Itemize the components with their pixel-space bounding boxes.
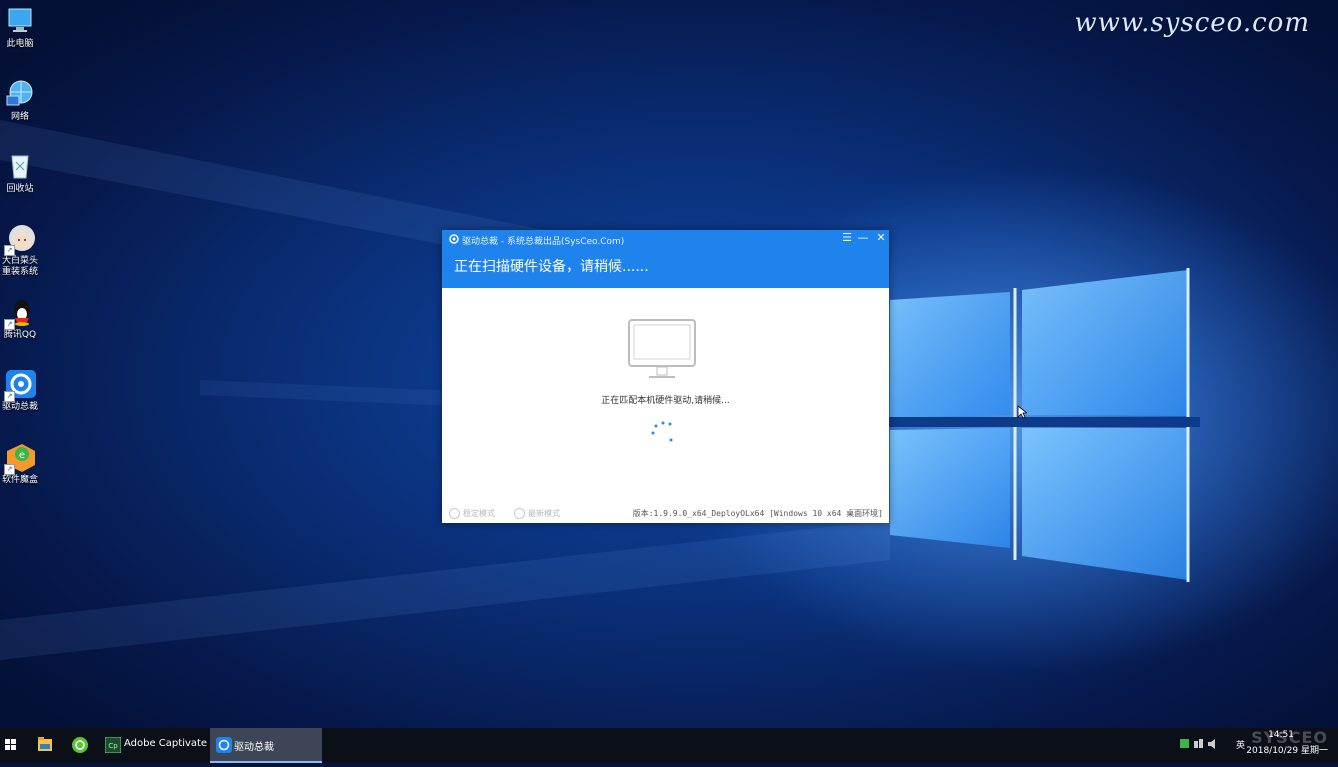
shortcut-arrow-icon: ↗ xyxy=(4,319,15,330)
shortcut-arrow-icon: ↗ xyxy=(4,464,15,475)
desktop-icon-this-pc[interactable]: 此电脑 xyxy=(0,5,40,50)
taskbar-item-label: 驱动总裁 xyxy=(234,742,274,753)
desktop-icon-label: 驱动总裁 xyxy=(1,402,38,412)
desktop-icon-network[interactable]: 网络 xyxy=(0,78,40,123)
scan-status-text: 正在扫描硬件设备，请稍候...... xyxy=(454,259,649,275)
svg-text:e: e xyxy=(19,450,25,461)
loading-spinner-icon xyxy=(651,421,673,442)
software-box-icon: e ↗ xyxy=(4,441,36,475)
taskbar: Cp Adobe Captivate 驱动总裁 SYSCEO 英 14:51 2… xyxy=(0,728,1338,763)
desktop-icon-label: 大白菜头重装系统 xyxy=(1,256,38,277)
minimize-button[interactable]: — xyxy=(856,231,870,245)
windows-start-icon xyxy=(5,739,16,750)
window-title: 驱动总裁 - 系统总裁出品(SysCeo.Com) xyxy=(462,237,625,247)
desktop-icon-label: 腾讯QQ xyxy=(3,330,37,340)
stable-mode-label: 稳定模式 xyxy=(463,509,495,518)
version-info: 版本:1.9.9.0_x64_DeployOLx64 [Windows 10 x… xyxy=(632,509,883,518)
tray-app-icon xyxy=(1180,739,1189,748)
clock-date[interactable]: 2018/10/29 星期一 xyxy=(1246,743,1328,756)
radio-circle-icon xyxy=(449,508,460,519)
green-app-button[interactable] xyxy=(68,728,94,763)
shortcut-arrow-icon: ↗ xyxy=(4,245,15,256)
file-explorer-button[interactable] xyxy=(32,728,58,763)
taskbar-driver-president[interactable]: 驱动总裁 xyxy=(210,728,322,763)
desktop-icon-label: 此电脑 xyxy=(6,39,34,49)
close-button[interactable]: ✕ xyxy=(874,231,888,245)
desktop-icon-label: 回收站 xyxy=(6,184,34,194)
captivate-icon: Cp xyxy=(105,737,121,753)
taskbar-adobe-captivate[interactable]: Cp Adobe Captivate xyxy=(100,728,208,763)
recycle-bin-icon xyxy=(4,150,36,182)
driver-president-icon: ↗ xyxy=(4,368,36,402)
monitor-icon xyxy=(628,319,696,378)
volume-icon xyxy=(1208,739,1215,749)
app-logo-icon xyxy=(449,234,459,244)
menu-button[interactable]: ☰ xyxy=(840,231,854,245)
network-icon xyxy=(1194,739,1203,748)
input-method-indicator[interactable]: 英 xyxy=(1236,738,1245,751)
cabbage-avatar-icon: ↗ xyxy=(4,222,36,256)
desktop-icon-label: 网络 xyxy=(10,112,29,122)
qq-penguin-icon: ↗ xyxy=(4,296,36,330)
system-tray: SYSCEO 英 14:51 2018/10/29 星期一 xyxy=(1180,728,1338,763)
desktop-icon-recycle-bin[interactable]: 回收站 xyxy=(0,150,40,195)
desktop-icon-software-box[interactable]: e ↗ 软件魔盒 xyxy=(0,441,40,486)
svg-text:Cp: Cp xyxy=(108,742,118,750)
computer-icon xyxy=(4,5,36,37)
shortcut-arrow-icon: ↗ xyxy=(4,391,15,402)
desktop-icon-label: 软件魔盒 xyxy=(1,475,38,485)
mouse-cursor-icon xyxy=(1017,405,1027,419)
clock-time[interactable]: 14:51 xyxy=(1268,730,1294,740)
desktop-icon-qq[interactable]: ↗ 腾讯QQ xyxy=(0,296,40,341)
stable-mode-option[interactable]: 稳定模式 xyxy=(449,508,495,519)
radio-circle-icon xyxy=(514,508,525,519)
taskbar-item-label: Adobe Captivate xyxy=(124,738,208,749)
network-globe-icon xyxy=(4,78,36,110)
latest-mode-label: 最新模式 xyxy=(528,509,560,518)
green-app-icon xyxy=(72,737,88,753)
desktop-icon-driver-president[interactable]: ↗ 驱动总裁 xyxy=(0,368,40,413)
start-button[interactable] xyxy=(0,728,22,763)
latest-mode-option[interactable]: 最新模式 xyxy=(514,508,560,519)
folder-icon xyxy=(38,737,52,751)
matching-drivers-text: 正在匹配本机硬件驱动,请稍候... xyxy=(601,396,730,406)
driver-president-window: 驱动总裁 - 系统总裁出品(SysCeo.Com) ☰ — ✕ 正在扫描硬件设备… xyxy=(442,230,889,523)
driver-president-icon xyxy=(216,737,232,753)
window-header: 驱动总裁 - 系统总裁出品(SysCeo.Com) ☰ — ✕ 正在扫描硬件设备… xyxy=(442,230,889,288)
desktop-icon-reinstall-system[interactable]: ↗ 大白菜头重装系统 xyxy=(0,222,40,278)
sysceo-watermark: www.sysceo.com xyxy=(1074,8,1310,38)
